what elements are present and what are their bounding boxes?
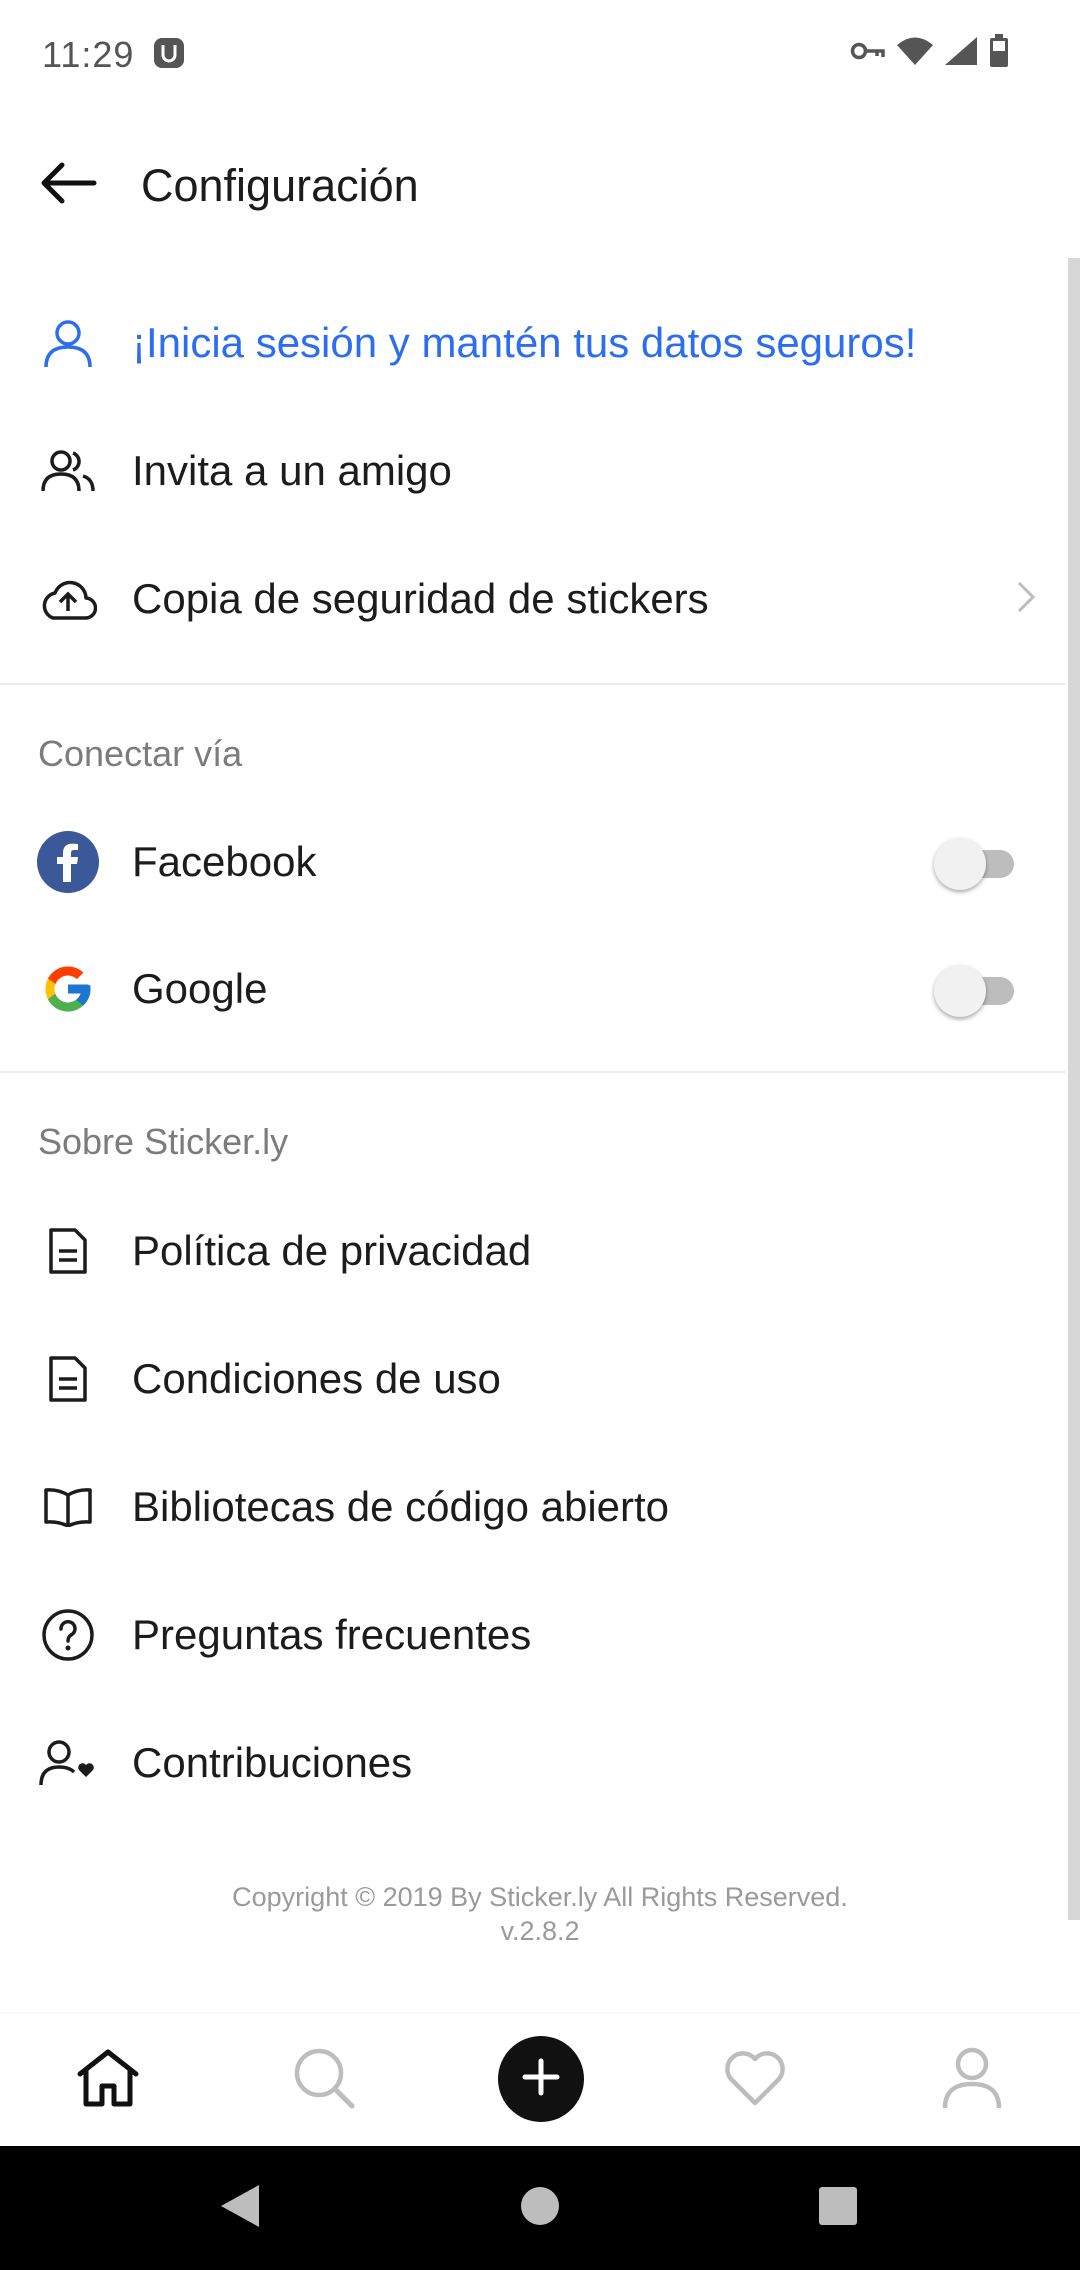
faq-item[interactable]: Preguntas frecuentes <box>0 1571 1066 1699</box>
signal-icon <box>944 36 978 66</box>
status-icons <box>850 34 1010 68</box>
help-circle-icon <box>36 1603 100 1667</box>
heart-icon <box>723 2049 787 2112</box>
about-section-header: Sobre Sticker.ly <box>38 1121 289 1162</box>
app-notification-icon <box>152 36 186 70</box>
google-toggle[interactable] <box>934 961 1018 1017</box>
nav-favorites[interactable] <box>705 2030 805 2130</box>
version-text: v.2.8.2 <box>500 1916 580 1946</box>
profile-icon <box>942 2046 1002 2115</box>
scrollbar[interactable] <box>1068 258 1080 1920</box>
back-button[interactable] <box>28 150 108 220</box>
app-bar: Configuración <box>0 130 1080 240</box>
toggle-thumb <box>934 838 986 890</box>
search-icon <box>292 2046 356 2115</box>
book-icon <box>36 1475 100 1539</box>
google-icon <box>36 957 100 1021</box>
back-triangle-icon <box>219 2183 261 2234</box>
wifi-icon <box>896 36 934 66</box>
status-time: 11:29 <box>42 34 135 75</box>
people-icon <box>36 439 100 503</box>
toggle-thumb <box>934 965 986 1017</box>
cloud-upload-icon <box>36 567 100 631</box>
facebook-toggle[interactable] <box>934 834 1018 890</box>
status-bar: 11:29 <box>0 0 1080 110</box>
battery-icon <box>988 34 1010 68</box>
invite-friend-label: Invita a un amigo <box>132 447 452 494</box>
contributions-item[interactable]: Contribuciones <box>0 1699 1066 1827</box>
person-icon <box>36 311 100 375</box>
bottom-navigation <box>0 2014 1080 2146</box>
backup-stickers-item[interactable]: Copia de seguridad de stickers <box>0 535 1066 663</box>
footer: Copyright © 2019 By Sticker.ly All Right… <box>0 1880 1080 1948</box>
open-source-libraries-label: Bibliotecas de código abierto <box>132 1483 670 1530</box>
connect-section-header: Conectar vía <box>38 733 243 774</box>
facebook-label: Facebook <box>132 838 317 885</box>
facebook-item[interactable]: Facebook <box>0 798 1066 926</box>
backup-stickers-label: Copia de seguridad de stickers <box>132 575 709 622</box>
document-icon <box>36 1347 100 1411</box>
person-heart-icon <box>36 1731 100 1795</box>
arrow-left-icon <box>38 161 98 210</box>
open-source-libraries-item[interactable]: Bibliotecas de código abierto <box>0 1443 1066 1571</box>
copyright-text: Copyright © 2019 By Sticker.ly All Right… <box>232 1882 848 1912</box>
login-item[interactable]: ¡Inicia sesión y mantén tus datos seguro… <box>0 279 1066 407</box>
system-back-button[interactable] <box>210 2178 270 2238</box>
google-item[interactable]: Google <box>0 925 1066 1053</box>
faq-label: Preguntas frecuentes <box>132 1611 532 1658</box>
invite-friend-item[interactable]: Invita a un amigo <box>0 407 1066 535</box>
chevron-right-icon <box>1016 580 1036 619</box>
home-icon <box>76 2048 140 2113</box>
login-label: ¡Inicia sesión y mantén tus datos seguro… <box>132 319 917 366</box>
page-title: Configuración <box>141 160 419 211</box>
facebook-icon <box>36 830 100 894</box>
nav-add-button[interactable] <box>498 2036 584 2122</box>
vpn-key-icon <box>850 40 886 62</box>
privacy-policy-label: Política de privacidad <box>132 1227 532 1274</box>
google-label: Google <box>132 965 268 1012</box>
system-home-button[interactable] <box>510 2178 570 2238</box>
document-icon <box>36 1219 100 1283</box>
nav-home[interactable] <box>58 2030 158 2130</box>
recents-square-icon <box>818 2186 858 2231</box>
add-icon <box>521 2057 561 2102</box>
system-navigation <box>0 2146 1080 2270</box>
nav-profile[interactable] <box>922 2030 1022 2130</box>
divider <box>0 1071 1066 1073</box>
terms-of-use-item[interactable]: Condiciones de uso <box>0 1315 1066 1443</box>
contributions-label: Contribuciones <box>132 1739 413 1786</box>
terms-of-use-label: Condiciones de uso <box>132 1355 501 1402</box>
nav-search[interactable] <box>274 2030 374 2130</box>
divider <box>0 683 1066 685</box>
privacy-policy-item[interactable]: Política de privacidad <box>0 1187 1066 1315</box>
system-recents-button[interactable] <box>808 2178 868 2238</box>
home-circle-icon <box>520 2186 560 2231</box>
